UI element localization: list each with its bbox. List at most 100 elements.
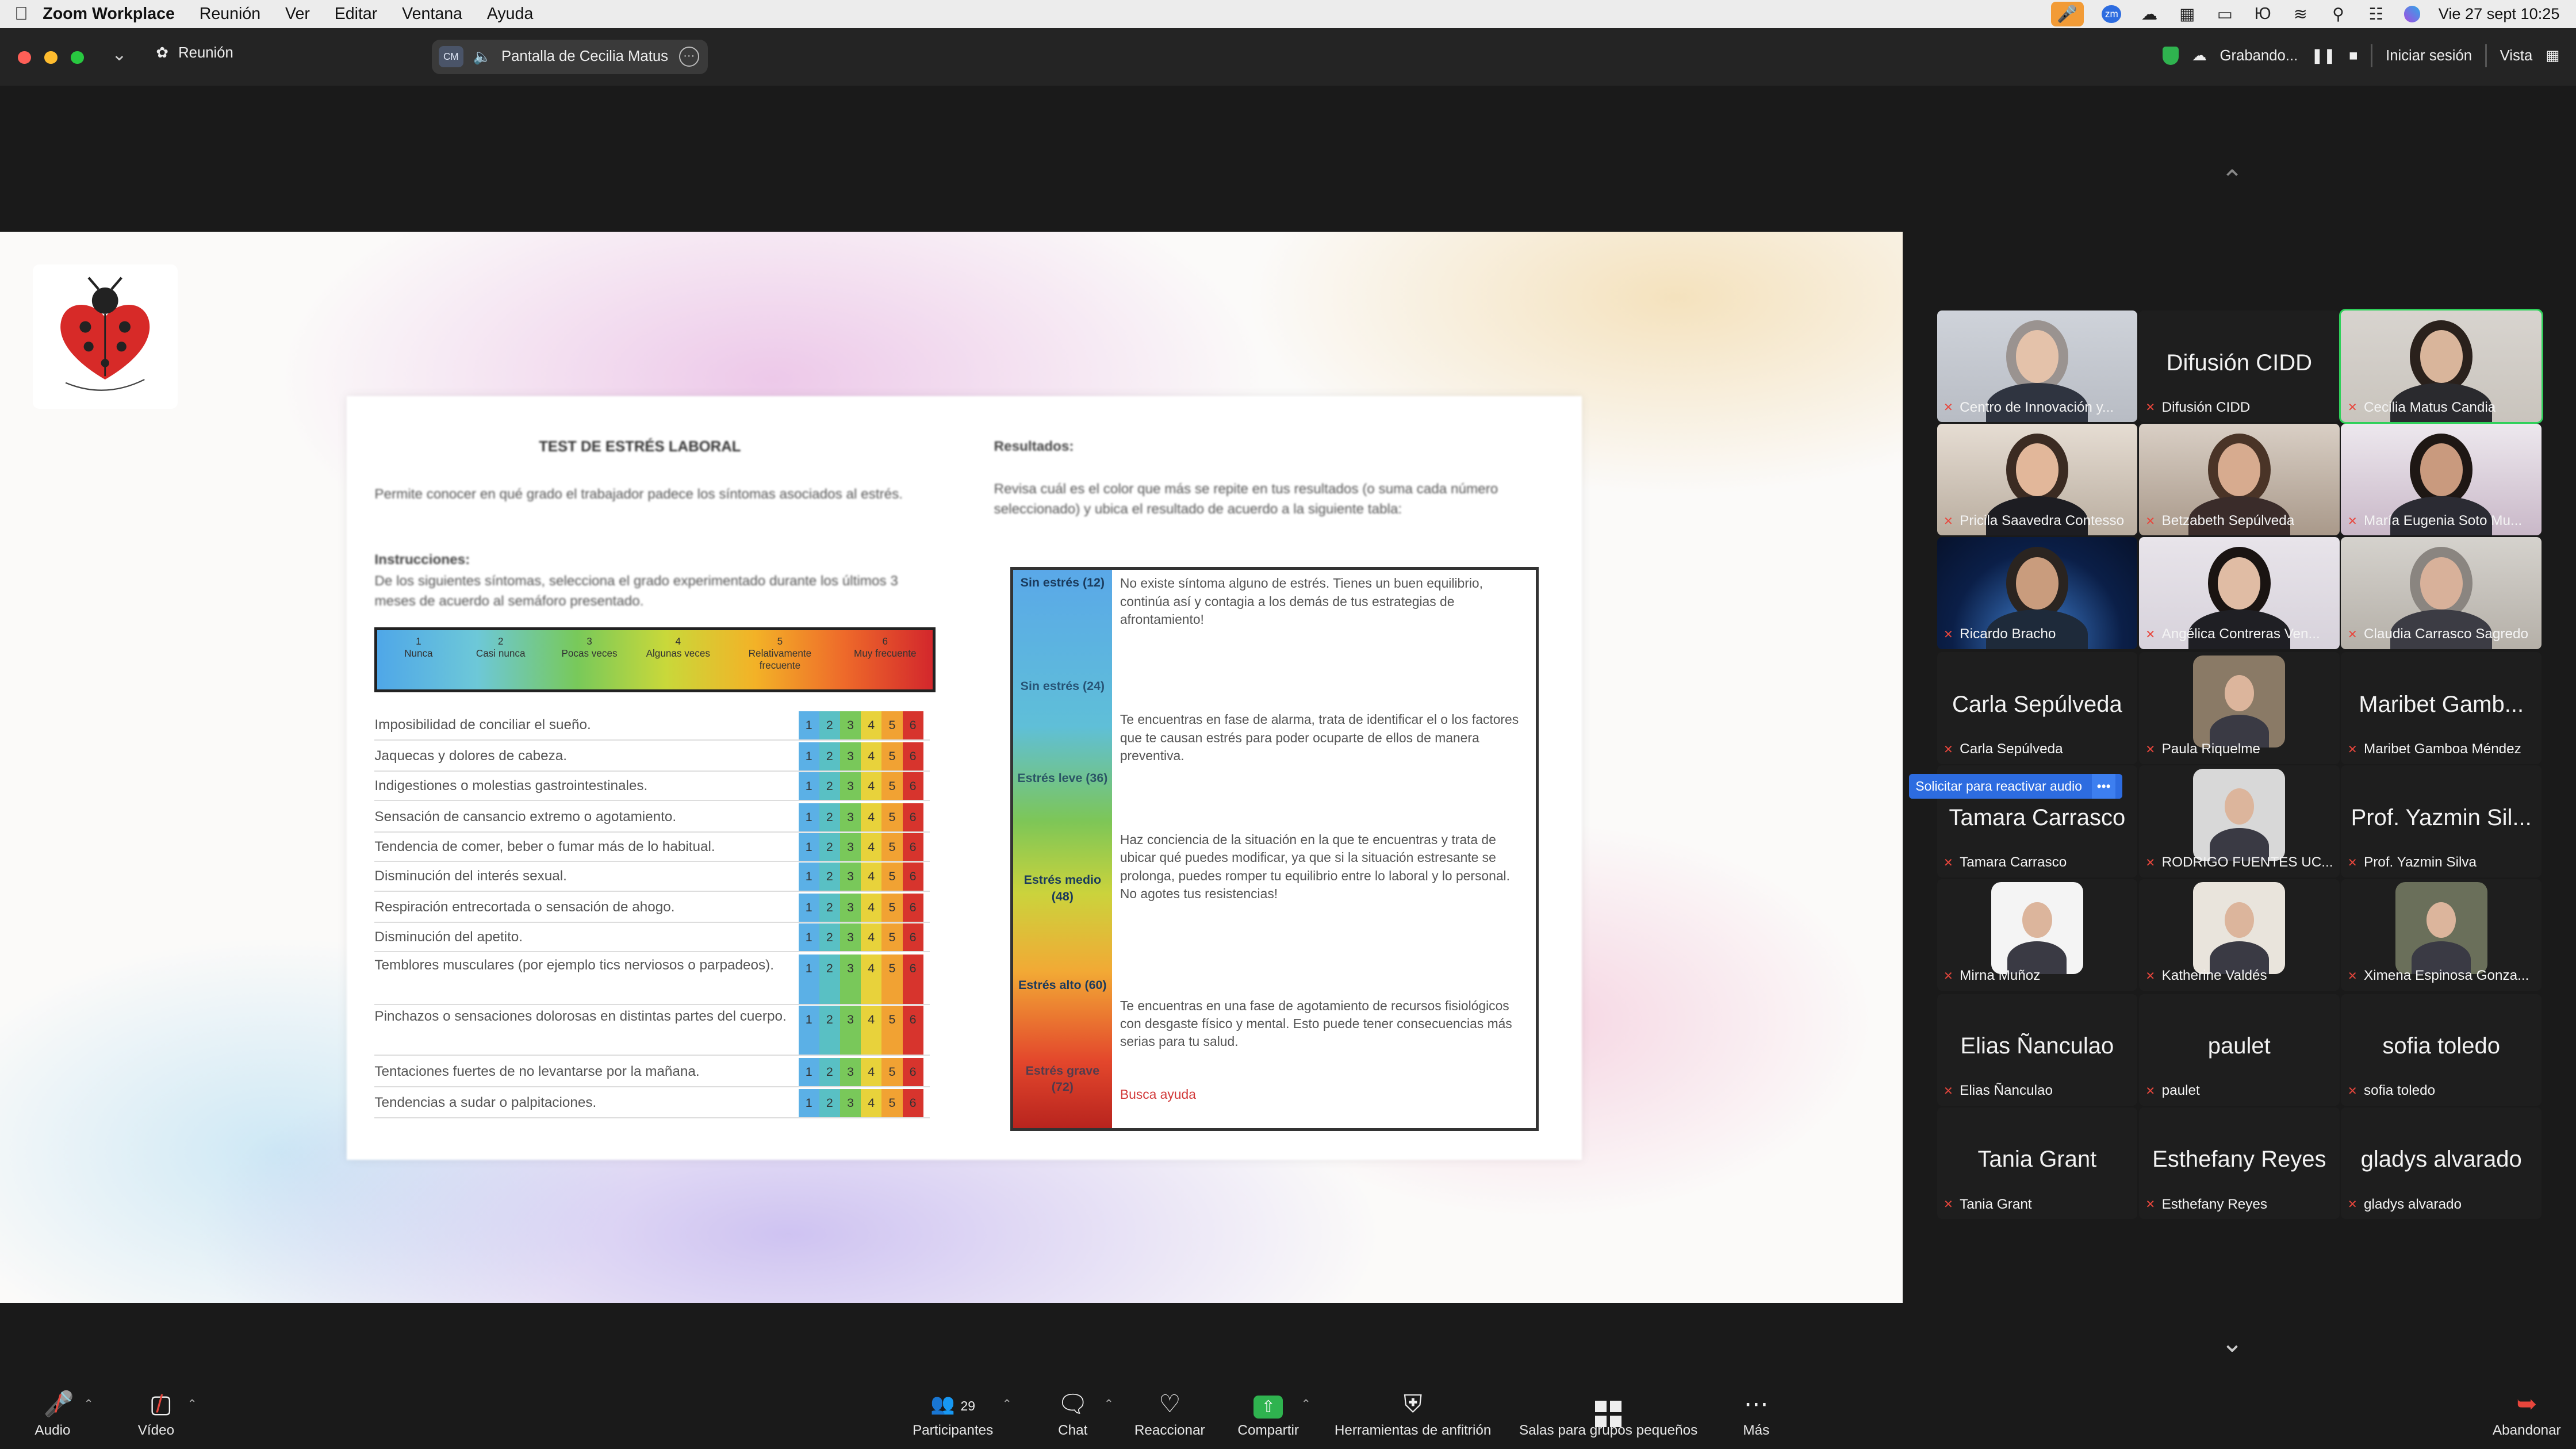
window-manager-icon[interactable]: ▦ bbox=[2178, 5, 2197, 24]
participant-tile[interactable]: Prof. Yazmin Sil... ✕ Prof. Yazmin Silva bbox=[2341, 765, 2542, 877]
participant-tile[interactable]: ✕ RODRIGO FUENTES UC... bbox=[2138, 765, 2340, 877]
rating-cell[interactable]: 1 bbox=[798, 1005, 819, 1055]
sign-in-button[interactable]: Iniciar sesión bbox=[2386, 48, 2472, 64]
microphone-in-use-icon[interactable]: 🎤 bbox=[2050, 1, 2084, 26]
participant-tile[interactable]: ✕ Ricardo Bracho bbox=[1937, 537, 2138, 649]
rating-cell[interactable]: 2 bbox=[819, 742, 840, 770]
rating-cell[interactable]: 6 bbox=[902, 1005, 923, 1055]
ask-to-unmute-tooltip[interactable]: Solicitar para reactivar audio ••• bbox=[1909, 773, 2122, 799]
wifi-icon[interactable]: ≋ bbox=[2291, 5, 2310, 24]
rating-cell[interactable]: 5 bbox=[881, 772, 903, 800]
rating-cell[interactable]: 6 bbox=[902, 894, 923, 922]
rating-cell[interactable]: 3 bbox=[839, 711, 861, 739]
rating-cell[interactable]: 6 bbox=[902, 742, 923, 770]
rating-cell[interactable]: 2 bbox=[819, 772, 840, 800]
rating-cell[interactable]: 3 bbox=[839, 1005, 861, 1055]
rating-cell[interactable]: 3 bbox=[839, 954, 861, 1004]
menu-reunion[interactable]: Reunión bbox=[200, 5, 260, 24]
rating-cell[interactable]: 6 bbox=[902, 1089, 923, 1117]
video-options-caret-icon[interactable]: ⌃ bbox=[187, 1397, 197, 1411]
participant-tile[interactable]: Tania Grant ✕ Tania Grant bbox=[1937, 1107, 2138, 1219]
rating-cell[interactable]: 2 bbox=[819, 862, 840, 891]
rating-cell[interactable]: 3 bbox=[839, 1089, 861, 1117]
participant-tile[interactable]: ✕ Betzabeth Sepúlveda bbox=[2138, 424, 2340, 536]
participant-tile[interactable]: ✕ Centro de Innovación y... bbox=[1937, 310, 2138, 423]
fullscreen-window-button[interactable] bbox=[70, 51, 84, 64]
menu-ver[interactable]: Ver bbox=[285, 5, 310, 24]
menu-ayuda[interactable]: Ayuda bbox=[487, 5, 533, 24]
rating-cell[interactable]: 4 bbox=[861, 1089, 882, 1117]
react-button[interactable]: ♡ Reaccionar bbox=[1130, 1386, 1209, 1439]
rating-cell[interactable]: 5 bbox=[881, 954, 903, 1004]
host-tools-button[interactable]: ⛨ Herramientas de anfitrión bbox=[1328, 1386, 1498, 1439]
stop-recording-icon[interactable]: ■ bbox=[2349, 48, 2358, 64]
video-button[interactable]: ▢/ Vídeo bbox=[135, 1386, 177, 1439]
rating-cell[interactable]: 3 bbox=[839, 894, 861, 922]
rating-cell[interactable]: 3 bbox=[839, 833, 861, 861]
menu-app-name[interactable]: Zoom Workplace bbox=[43, 5, 175, 24]
rating-cell[interactable]: 2 bbox=[819, 923, 840, 952]
rating-cell[interactable]: 3 bbox=[839, 862, 861, 891]
rating-cell[interactable]: 2 bbox=[819, 711, 840, 739]
audio-options-caret-icon[interactable]: ⌃ bbox=[84, 1397, 94, 1411]
rating-cell[interactable]: 5 bbox=[881, 1005, 903, 1055]
rating-cell[interactable]: 3 bbox=[839, 742, 861, 770]
rating-cell[interactable]: 5 bbox=[881, 803, 903, 831]
participant-tile[interactable]: ✕ Pricila Saavedra Contesso bbox=[1937, 424, 2138, 536]
participant-tile[interactable]: ✕ Ximena Espinosa Gonza... bbox=[2341, 879, 2542, 991]
zoom-status-icon[interactable]: zm bbox=[2102, 5, 2122, 23]
rating-cell[interactable]: 1 bbox=[798, 1089, 819, 1117]
rating-cell[interactable]: 5 bbox=[881, 711, 903, 739]
close-window-button[interactable] bbox=[18, 51, 32, 64]
rating-cell[interactable]: 2 bbox=[819, 894, 840, 922]
participant-tile[interactable]: ✕ Claudia Carrasco Sagredo bbox=[2341, 537, 2542, 649]
chevron-down-icon[interactable]: ⌄ bbox=[112, 44, 126, 65]
rating-cell[interactable]: 2 bbox=[819, 954, 840, 1004]
participant-tile[interactable]: Maribet Gamb... ✕ Maribet Gamboa Méndez bbox=[2341, 652, 2542, 764]
menu-ventana[interactable]: Ventana bbox=[402, 5, 462, 24]
rating-cell[interactable]: 5 bbox=[881, 923, 903, 952]
rating-cell[interactable]: 2 bbox=[819, 1005, 840, 1055]
rating-cell[interactable]: 3 bbox=[839, 803, 861, 831]
rating-cell[interactable]: 4 bbox=[861, 803, 882, 831]
minimize-window-button[interactable] bbox=[44, 51, 57, 64]
creative-cloud-icon[interactable]: ☁ bbox=[2140, 5, 2159, 24]
share-caret-icon[interactable]: ⌃ bbox=[1301, 1397, 1311, 1411]
spotlight-search-icon[interactable]: ⚲ bbox=[2328, 5, 2348, 24]
rating-cell[interactable]: 4 bbox=[861, 954, 882, 1004]
more-button[interactable]: ⋯ Más bbox=[1736, 1386, 1776, 1439]
leave-meeting-button[interactable]: ➥ Abandonar bbox=[2489, 1386, 2564, 1439]
view-button[interactable]: Vista bbox=[2500, 48, 2533, 64]
rating-cell[interactable]: 2 bbox=[819, 1057, 840, 1086]
screen-share-indicator[interactable]: CM 🔈 Pantalla de Cecilia Matus ··· bbox=[432, 39, 708, 74]
more-options-icon[interactable]: ··· bbox=[678, 46, 699, 67]
participant-tile[interactable]: Carla Sepúlveda ✕ Carla Sepúlveda bbox=[1937, 652, 2138, 764]
participant-tile[interactable]: paulet ✕ paulet bbox=[2138, 994, 2340, 1106]
participant-tile[interactable]: sofia toledo ✕ sofia toledo bbox=[2341, 994, 2542, 1106]
rating-cell[interactable]: 3 bbox=[839, 772, 861, 800]
rating-cell[interactable]: 5 bbox=[881, 1057, 903, 1086]
siri-icon[interactable] bbox=[2404, 6, 2421, 22]
rating-cell[interactable]: 4 bbox=[861, 862, 882, 891]
gallery-page-up-icon[interactable]: ⌃ bbox=[2221, 164, 2243, 195]
participant-tile[interactable]: Elias Ñanculao ✕ Elias Ñanculao bbox=[1937, 994, 2138, 1106]
chat-caret-icon[interactable]: ⌃ bbox=[1104, 1397, 1114, 1411]
breakout-rooms-button[interactable]: Salas para grupos pequeños bbox=[1512, 1386, 1705, 1439]
rating-cell[interactable]: 6 bbox=[902, 803, 923, 831]
rating-cell[interactable]: 1 bbox=[798, 742, 819, 770]
rating-cell[interactable]: 1 bbox=[798, 862, 819, 891]
meeting-info-button[interactable]: ✿ Reunión bbox=[156, 44, 233, 62]
menu-editar[interactable]: Editar bbox=[335, 5, 378, 24]
rating-cell[interactable]: 4 bbox=[861, 1057, 882, 1086]
grid-view-icon[interactable]: ▦ bbox=[2546, 47, 2559, 64]
chat-button[interactable]: 🗨 Chat bbox=[1052, 1386, 1094, 1439]
rating-cell[interactable]: 6 bbox=[902, 772, 923, 800]
rating-cell[interactable]: 3 bbox=[839, 923, 861, 952]
rating-cell[interactable]: 1 bbox=[798, 954, 819, 1004]
participants-button[interactable]: 👥 29 Participantes bbox=[905, 1386, 1000, 1439]
rating-cell[interactable]: 1 bbox=[798, 833, 819, 861]
rating-cell[interactable]: 6 bbox=[902, 833, 923, 861]
rating-cell[interactable]: 2 bbox=[819, 833, 840, 861]
recording-label[interactable]: Grabando... bbox=[2220, 48, 2298, 64]
participant-tile[interactable]: ✕ Paula Riquelme bbox=[2138, 652, 2340, 764]
